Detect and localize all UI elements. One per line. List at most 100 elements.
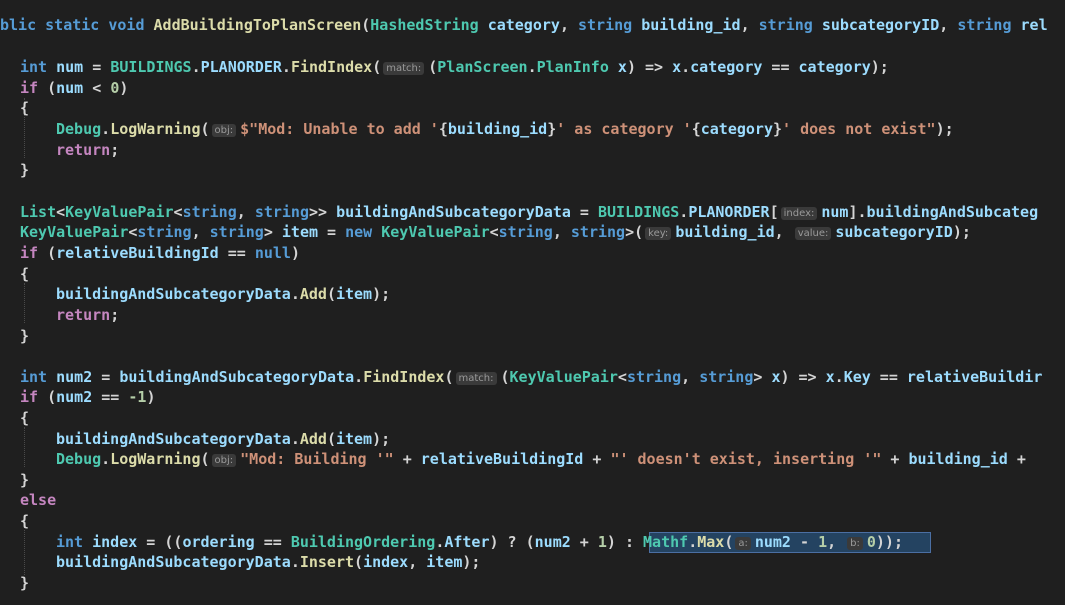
code-line-13[interactable]: return; <box>56 305 119 325</box>
identifier-token[interactable]: After <box>444 533 489 551</box>
code-line-4[interactable]: { <box>20 98 29 118</box>
punctuation-token[interactable]: = <box>92 368 119 386</box>
identifier-token[interactable]: num2 <box>56 368 92 386</box>
identifier-token[interactable]: category <box>690 58 762 76</box>
keyword-token[interactable]: string <box>571 223 625 241</box>
type-token[interactable]: Mathf <box>643 533 688 551</box>
punctuation-token[interactable]: == <box>762 58 798 76</box>
punctuation-token[interactable] <box>47 58 56 76</box>
type-token[interactable]: PlanInfo <box>537 58 609 76</box>
punctuation-token[interactable]: { <box>20 99 29 117</box>
punctuation-token[interactable]: < <box>83 79 110 97</box>
identifier-token[interactable]: relativeBuildir <box>907 368 1042 386</box>
punctuation-token[interactable]: ); <box>372 285 390 303</box>
punctuation-token[interactable]: . <box>291 553 300 571</box>
method-token[interactable]: Add <box>300 285 327 303</box>
identifier-token[interactable]: category <box>701 120 773 138</box>
punctuation-token[interactable] <box>813 16 822 34</box>
punctuation-token[interactable]: + <box>881 450 908 468</box>
punctuation-token[interactable]: . <box>528 58 537 76</box>
punctuation-token[interactable]: . <box>101 120 110 138</box>
method-token[interactable]: AddBuildingToPlanScreen <box>154 16 362 34</box>
punctuation-token[interactable]: ; <box>110 141 119 159</box>
punctuation-token[interactable]: ); <box>372 430 390 448</box>
identifier-token[interactable]: x <box>826 368 835 386</box>
type-token[interactable]: KeyValuePair <box>510 368 618 386</box>
control-keyword-token[interactable]: if <box>20 244 38 262</box>
identifier-token[interactable]: num <box>821 203 848 221</box>
punctuation-token[interactable]: + <box>583 450 610 468</box>
code-line-1[interactable]: blic static void AddBuildingToPlanScreen… <box>0 15 1048 35</box>
code-line-2[interactable]: int num = BUILDINGS.PLANORDER.FindIndex(… <box>20 57 889 77</box>
punctuation-token[interactable]: . <box>282 58 291 76</box>
identifier-token[interactable]: item <box>426 553 462 571</box>
punctuation-token[interactable]: . <box>688 533 697 551</box>
identifier-token[interactable]: buildingAndSubcategoryData <box>56 553 291 571</box>
keyword-token[interactable]: int <box>20 368 47 386</box>
type-token[interactable]: BUILDINGS <box>598 203 679 221</box>
type-token[interactable]: BUILDINGS <box>110 58 191 76</box>
punctuation-token[interactable]: ( <box>724 533 733 551</box>
string-token[interactable]: ' does not exist" <box>782 120 936 138</box>
punctuation-token[interactable]: { <box>20 409 29 427</box>
code-line-9[interactable]: KeyValuePair<string, string> item = new … <box>20 222 971 242</box>
keyword-token[interactable]: new <box>345 223 372 241</box>
identifier-token[interactable]: num2 <box>56 388 92 406</box>
code-line-10[interactable]: if (relativeBuildingId == null) <box>20 243 300 263</box>
punctuation-token[interactable] <box>632 16 641 34</box>
punctuation-token[interactable]: ; <box>110 306 119 324</box>
code-line-25[interactable]: } <box>20 573 29 593</box>
punctuation-token[interactable]: ( <box>327 285 336 303</box>
keyword-token[interactable]: string <box>137 223 191 241</box>
punctuation-token[interactable]: < <box>174 203 183 221</box>
punctuation-token[interactable] <box>372 223 381 241</box>
type-token[interactable]: KeyValuePair <box>20 223 128 241</box>
keyword-token[interactable]: string <box>699 368 753 386</box>
punctuation-token[interactable]: ( <box>38 79 56 97</box>
code-line-7[interactable]: } <box>20 160 29 180</box>
method-token[interactable]: LogWarning <box>110 120 200 138</box>
keyword-token[interactable]: string <box>183 203 237 221</box>
code-line-18[interactable]: buildingAndSubcategoryData.Add(item); <box>56 429 390 449</box>
type-token[interactable]: KeyValuePair <box>381 223 489 241</box>
punctuation-token[interactable] <box>479 16 488 34</box>
method-token[interactable]: FindIndex <box>291 58 372 76</box>
punctuation-token[interactable]: ( <box>327 430 336 448</box>
identifier-token[interactable]: ordering <box>182 533 254 551</box>
identifier-token[interactable]: index <box>363 553 408 571</box>
punctuation-token[interactable]: ) <box>291 244 300 262</box>
type-token[interactable]: HashedString <box>370 16 478 34</box>
punctuation-token[interactable]: , <box>237 203 255 221</box>
identifier-token[interactable]: building_id <box>448 120 547 138</box>
punctuation-token[interactable]: { <box>439 120 448 138</box>
punctuation-token[interactable]: } <box>20 327 29 345</box>
identifier-token[interactable]: num <box>56 79 83 97</box>
code-line-5[interactable]: Debug.LogWarning(obj: $"Mod: Unable to ad… <box>56 119 954 139</box>
control-keyword-token[interactable]: return <box>56 306 110 324</box>
punctuation-token[interactable]: - <box>791 533 818 551</box>
punctuation-token[interactable]: . <box>291 430 300 448</box>
punctuation-token[interactable]: , <box>741 16 759 34</box>
punctuation-token[interactable]: . <box>679 203 688 221</box>
identifier-token[interactable]: PLANORDER <box>201 58 282 76</box>
punctuation-token[interactable]: [ <box>770 203 779 221</box>
keyword-token[interactable]: string <box>578 16 632 34</box>
type-token[interactable]: PlanScreen <box>437 58 527 76</box>
punctuation-token[interactable]: ( <box>501 368 510 386</box>
punctuation-token[interactable]: >( <box>625 223 643 241</box>
code-line-15[interactable]: int num2 = buildingAndSubcategoryData.Fi… <box>20 367 1042 387</box>
punctuation-token[interactable] <box>83 533 92 551</box>
punctuation-token[interactable]: + <box>571 533 598 551</box>
punctuation-token[interactable]: . <box>354 368 363 386</box>
punctuation-token[interactable]: )); <box>876 533 903 551</box>
control-keyword-token[interactable]: if <box>20 79 38 97</box>
identifier-token[interactable]: rel <box>1012 16 1048 34</box>
code-line-12[interactable]: buildingAndSubcategoryData.Add(item); <box>56 284 390 304</box>
punctuation-token[interactable]: { <box>692 120 701 138</box>
identifier-token[interactable]: buildingAndSubcategoryData <box>336 203 571 221</box>
identifier-token[interactable]: num <box>56 58 83 76</box>
type-token[interactable]: Debug <box>56 450 101 468</box>
code-line-22[interactable]: { <box>20 511 29 531</box>
code-line-16[interactable]: if (num2 == -1) <box>20 387 155 407</box>
punctuation-token[interactable]: { <box>20 512 29 530</box>
